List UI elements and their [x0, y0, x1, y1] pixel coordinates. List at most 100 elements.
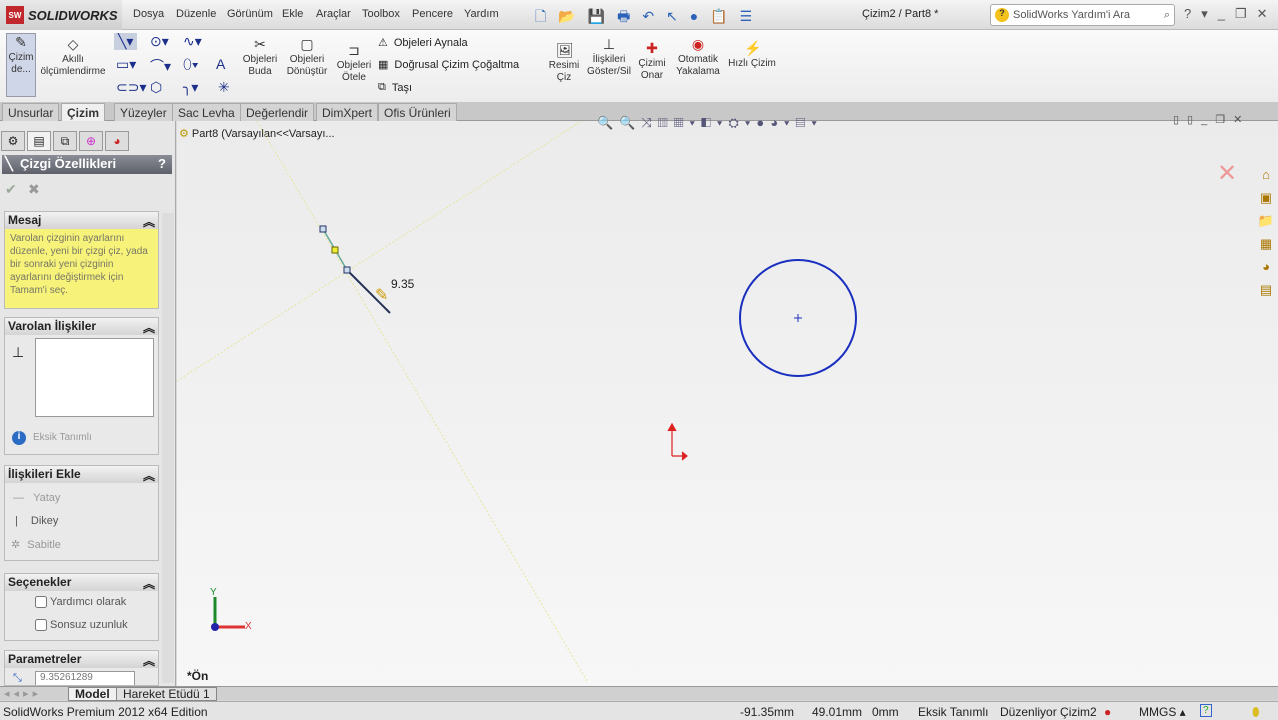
rebuild-light-icon[interactable]: ●	[1104, 705, 1111, 719]
collapse-icon[interactable]: ︽	[143, 319, 155, 335]
picture-label: Resimi Çiz	[548, 60, 580, 83]
logo-badge: SW	[6, 6, 24, 24]
panel-scrollbar[interactable]	[162, 213, 174, 683]
dimxpert-tab-icon[interactable]: ⊕	[79, 131, 103, 151]
message-section: Mesaj ︽ Varolan çizginin ayarlarını düzen…	[4, 211, 159, 309]
options-section: Seçenekler ︽ Yardımcı olarak Sonsuz uzunl…	[4, 573, 159, 641]
graphics-area[interactable]: ⚙ Part8 (Varsayılan<<Varsayı... 🔍🔍⤨▥▦▾◧▾…	[177, 114, 1278, 686]
snap-label: Otomatik Yakalama	[676, 54, 720, 77]
mirror-button[interactable]: ⚠ Objeleri Aynala	[378, 36, 468, 50]
menu-gorunum[interactable]: Görünüm	[227, 8, 273, 20]
text-tool-icon[interactable]: A	[216, 56, 225, 72]
sketch-button[interactable]: ✎ Çizim de...	[6, 33, 36, 97]
cancel-button[interactable]: ✖	[28, 181, 40, 198]
relations-list[interactable]	[35, 338, 154, 417]
axis-x-label: X	[245, 621, 252, 632]
configuration-tab-icon[interactable]: ⧉	[53, 131, 77, 151]
menu-duzenle[interactable]: Düzenle	[176, 8, 216, 20]
tab-yuzeyler[interactable]: Yüzeyler	[114, 103, 173, 121]
picture-icon: 🖼	[556, 42, 574, 58]
relation-fix[interactable]: ✲ Sabitle	[11, 538, 61, 551]
tab-model[interactable]: Model	[68, 687, 117, 701]
rapid-sketch-label: Hızlı Çizim	[728, 58, 776, 69]
quick-access-icons[interactable]: 🗋📂💾🖶↶↖●📋☰	[535, 6, 764, 30]
tab-sac-levha[interactable]: Sac Levha	[172, 103, 241, 121]
feature-tree-tab-icon[interactable]: ⚙	[1, 131, 25, 151]
sketch-icon: ✎	[15, 34, 27, 50]
axis-y-label: Y	[210, 587, 217, 598]
relation-horizontal[interactable]: — Yatay	[13, 492, 60, 504]
menu-pencere[interactable]: Pencere	[412, 8, 453, 20]
help-icon[interactable]: ?	[1200, 704, 1212, 717]
display-tab-icon[interactable]: ◕	[105, 131, 129, 151]
offset-label: Objeleri Ötele	[336, 60, 372, 83]
tab-scroll-arrows[interactable]: ◂◂▸▸	[4, 687, 42, 700]
rectangle-tool-icon[interactable]: ▭▾	[116, 56, 136, 73]
relations-icon: ⊥	[602, 36, 616, 52]
menu-toolbox[interactable]: Toolbox	[362, 8, 400, 20]
tab-unsurlar[interactable]: Unsurlar	[2, 103, 60, 121]
move-button[interactable]: ⧉ Taşı	[378, 81, 412, 94]
menu-yardim[interactable]: Yardım	[464, 8, 499, 20]
tab-motion-study[interactable]: Hareket Etüdü 1	[116, 687, 217, 701]
menu-araclar[interactable]: Araçlar	[316, 8, 351, 20]
title-bar: SW SOLIDWORKS Dosya Düzenle Görünüm Ekle …	[0, 0, 1278, 30]
ellipse-tool-icon[interactable]: ⬯▾	[183, 56, 199, 73]
collapse-icon[interactable]: ︽	[143, 213, 155, 229]
solidworks-logo[interactable]: SW SOLIDWORKS	[0, 0, 122, 30]
help-button[interactable]: ?	[158, 156, 166, 171]
relation-vertical[interactable]: | Dikey	[15, 515, 58, 527]
collapse-icon[interactable]: ︽	[143, 652, 155, 668]
repair-sketch-button[interactable]: ✚ Çizimi Onar	[636, 40, 668, 82]
move-label: Taşı	[391, 81, 413, 94]
tab-dimxpert[interactable]: DimXpert	[316, 103, 379, 121]
spline-tool-icon[interactable]: ∿▾	[183, 33, 202, 50]
tab-ofis-urunleri[interactable]: Ofis Ürünleri	[378, 103, 457, 121]
construction-checkbox[interactable]: Yardımcı olarak	[35, 596, 126, 608]
fillet-tool-icon[interactable]: ╮▾	[183, 79, 198, 96]
tab-degerlendir[interactable]: Değerlendir	[240, 103, 315, 121]
length-input[interactable]: 9.35261289	[35, 671, 135, 685]
rapid-sketch-button[interactable]: ⚡ Hızlı Çizim	[728, 40, 776, 70]
add-relations-section: İlişkileri Ekle ︽ — Yatay | Dikey ✲ Sabit…	[4, 465, 159, 561]
tag-icon[interactable]: ⬮	[1252, 705, 1260, 720]
polygon-tool-icon[interactable]: ⬡	[150, 79, 162, 96]
menu-dosya[interactable]: Dosya	[133, 8, 164, 20]
window-controls[interactable]: ?▾_❐✕	[1184, 6, 1278, 22]
arc-tool-icon[interactable]: ⌒▾	[150, 56, 171, 76]
property-manager-tab-icon[interactable]: ▤	[27, 131, 51, 151]
smart-dimension-button[interactable]: ◇ Akıllı ölçümlendirme	[40, 36, 106, 78]
section-title: Parametreler	[8, 652, 82, 666]
sketch-picture-button[interactable]: 🖼 Resimi Çiz	[546, 42, 582, 84]
convert-icon: ▢	[300, 36, 314, 52]
relation-label: Dikey	[30, 515, 59, 527]
search-placeholder: SolidWorks Yardım'i Ara	[1013, 9, 1131, 21]
tab-cizim[interactable]: Çizim	[61, 103, 106, 122]
help-search-input[interactable]: ? SolidWorks Yardım'i Ara ⌕	[990, 4, 1175, 26]
point-tool-icon[interactable]: ✳	[218, 79, 230, 96]
slot-tool-icon[interactable]: ⊂⊃▾	[116, 79, 147, 96]
collapse-icon[interactable]: ︽	[143, 467, 155, 483]
linear-pattern-button[interactable]: ▦ Doğrusal Çizim Çoğaltma	[378, 58, 519, 72]
offset-button[interactable]: ⊐ Objeleri Ötele	[334, 42, 374, 84]
relations-button[interactable]: ⊥ İlişkileri Göster/Sil	[584, 36, 634, 78]
quick-snaps-button[interactable]: ◉ Otomatik Yakalama	[672, 36, 724, 78]
infinite-length-checkbox[interactable]: Sonsuz uzunluk	[35, 619, 128, 631]
collapse-icon[interactable]: ︽	[143, 575, 155, 591]
command-manager: ✎ Çizim de... ◇ Akıllı ölçümlendirme ╲▾ ⊙▾…	[0, 30, 1278, 102]
menu-ekle[interactable]: Ekle	[282, 8, 303, 20]
circle-tool-icon[interactable]: ⊙▾	[150, 33, 169, 50]
view-name: *Ön	[187, 669, 209, 683]
info-icon: i	[12, 431, 26, 445]
convert-button[interactable]: ▢ Objeleri Dönüştür	[284, 36, 330, 78]
endpoint-handle	[343, 266, 351, 274]
document-title: Çizim2 / Part8 *	[862, 8, 939, 20]
units-selector[interactable]: MMGS ▴	[1139, 705, 1186, 719]
property-manager: ⚙ ▤ ⧉ ⊕ ◕ ╲ Çizgi Özellikleri? ✔ ✖ Mesaj ︽…	[0, 121, 176, 686]
offset-icon: ⊐	[348, 42, 360, 58]
y-coordinate: 49.01mm	[812, 705, 863, 719]
search-icon[interactable]: ⌕	[1164, 9, 1170, 22]
ok-button[interactable]: ✔	[5, 181, 17, 198]
trim-button[interactable]: ✂ Objeleri Buda	[238, 36, 282, 78]
line-tool-icon[interactable]: ╲▾	[114, 33, 138, 50]
